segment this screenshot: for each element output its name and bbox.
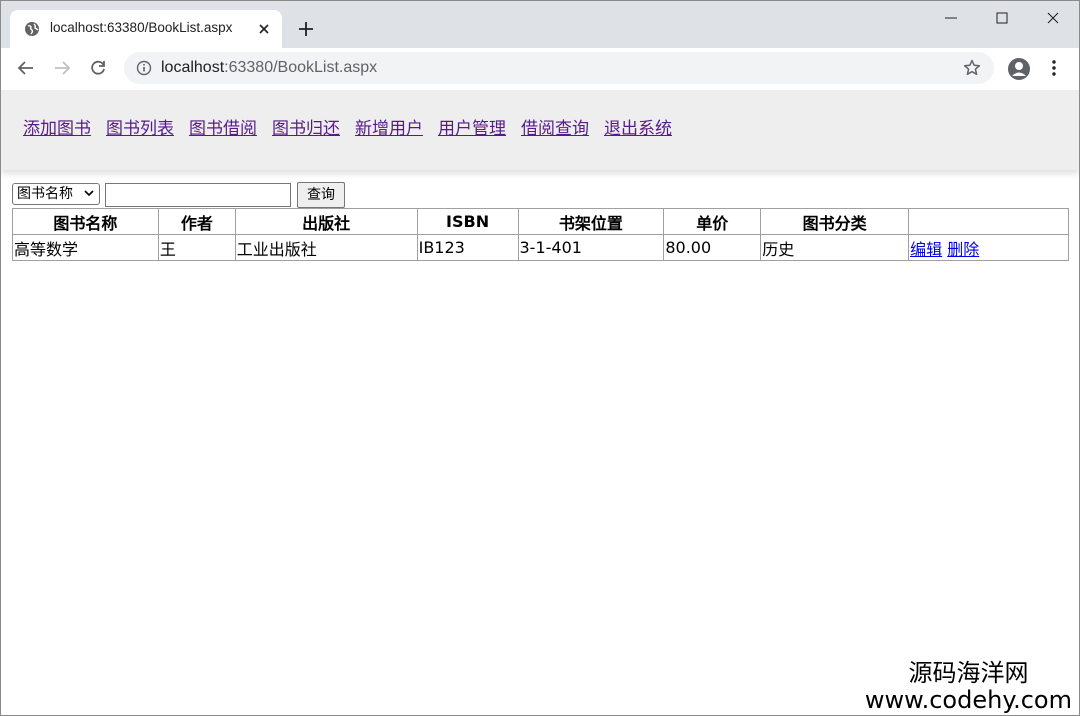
nav-link-add-user[interactable]: 新增用户 <box>355 114 423 139</box>
search-field-selected: 图书名称 <box>17 186 73 202</box>
delete-link[interactable]: 删除 <box>947 240 979 259</box>
col-header-name: 图书名称 <box>12 208 159 235</box>
cell-actions: 编辑 删除 <box>908 234 1069 261</box>
edit-link[interactable]: 编辑 <box>910 240 942 259</box>
url-text: localhost:63380/BookList.aspx <box>161 59 377 77</box>
browser-tabstrip: localhost:63380/BookList.aspx <box>0 0 1080 48</box>
browser-toolbar: localhost:63380/BookList.aspx <box>0 48 1080 90</box>
window-close-icon[interactable] <box>1038 6 1068 30</box>
maximize-icon[interactable] <box>987 6 1017 30</box>
col-header-publisher: 出版社 <box>234 208 418 235</box>
tab-title: localhost:63380/BookList.aspx <box>50 20 233 35</box>
col-header-author: 作者 <box>157 208 236 235</box>
close-tab-icon[interactable] <box>256 21 272 37</box>
cell-price: 80.00 <box>663 234 762 261</box>
back-arrow-icon[interactable] <box>16 58 36 78</box>
nav-link-user-manage[interactable]: 用户管理 <box>438 114 506 139</box>
top-navigation: 添加图书 图书列表 图书借阅 图书归还 新增用户 用户管理 借阅查询 退出系统 <box>1 90 1079 170</box>
nav-link-book-borrow[interactable]: 图书借阅 <box>189 114 257 139</box>
profile-avatar-icon[interactable] <box>1007 57 1031 81</box>
bookmark-star-icon[interactable] <box>962 58 982 78</box>
cell-category: 历史 <box>760 234 910 261</box>
cell-author: 王 <box>157 234 236 261</box>
chevron-down-icon <box>84 190 94 197</box>
search-button[interactable]: 查询 <box>297 182 345 208</box>
search-bar: 图书名称 查询 <box>12 182 412 208</box>
nav-link-borrow-query[interactable]: 借阅查询 <box>521 114 589 139</box>
cell-name: 高等数学 <box>12 234 159 261</box>
table-header-row: 图书名称 作者 出版社 ISBN 书架位置 单价 图书分类 <box>12 208 1069 235</box>
col-header-category: 图书分类 <box>760 208 910 235</box>
address-bar[interactable]: localhost:63380/BookList.aspx <box>124 52 994 84</box>
nav-link-book-list[interactable]: 图书列表 <box>106 114 174 139</box>
new-tab-icon[interactable] <box>296 19 316 39</box>
forward-arrow-icon[interactable] <box>52 58 72 78</box>
cell-publisher: 工业出版社 <box>234 234 418 261</box>
url-path: :63380/BookList.aspx <box>224 59 378 76</box>
url-host: localhost <box>161 59 225 76</box>
nav-link-book-return[interactable]: 图书归还 <box>272 114 340 139</box>
col-header-isbn: ISBN <box>416 208 519 235</box>
search-field-select[interactable]: 图书名称 <box>12 183 100 205</box>
book-table: 图书名称 作者 出版社 ISBN 书架位置 单价 图书分类 高等数学 王 工业出… <box>12 208 1069 261</box>
watermark-site-name: 源码海洋网 <box>908 659 1029 687</box>
info-icon[interactable] <box>136 60 152 76</box>
minimize-icon[interactable] <box>936 6 966 30</box>
table-row: 高等数学 王 工业出版社 IB123 3-1-401 80.00 历史 编辑 删… <box>12 234 1069 261</box>
kebab-menu-icon[interactable] <box>1044 58 1064 78</box>
watermark: 源码海洋网 www.codehy.com <box>865 660 1072 714</box>
nav-link-logout[interactable]: 退出系统 <box>604 114 672 139</box>
reload-icon[interactable] <box>88 58 108 78</box>
cell-isbn: IB123 <box>416 234 519 261</box>
page-content: 添加图书 图书列表 图书借阅 图书归还 新增用户 用户管理 借阅查询 退出系统 … <box>1 90 1079 715</box>
watermark-url: www.codehy.com <box>864 686 1072 714</box>
col-header-actions <box>908 208 1069 235</box>
col-header-shelf: 书架位置 <box>517 208 665 235</box>
search-input[interactable] <box>105 183 291 207</box>
browser-tab[interactable]: localhost:63380/BookList.aspx <box>10 10 282 48</box>
globe-icon <box>25 22 39 36</box>
cell-shelf: 3-1-401 <box>517 234 665 261</box>
nav-link-add-book[interactable]: 添加图书 <box>23 114 91 139</box>
col-header-price: 单价 <box>663 208 762 235</box>
